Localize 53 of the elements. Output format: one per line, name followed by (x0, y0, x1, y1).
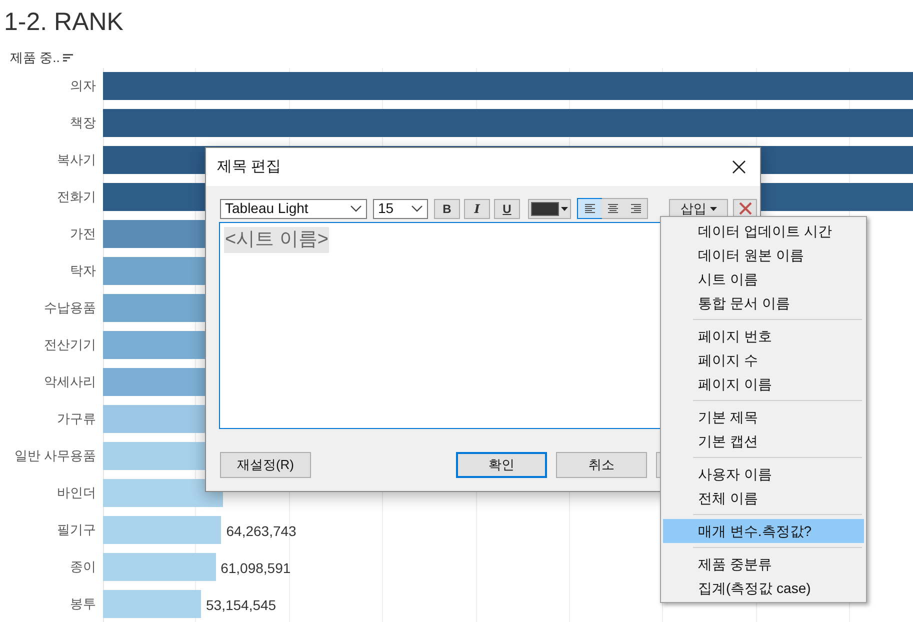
value-label: 61,098,591 (220, 559, 291, 578)
sheet-title: 1-2. RANK (4, 7, 124, 38)
value-label: 64,263,743 (226, 522, 296, 541)
align-icon (630, 204, 642, 214)
close-icon[interactable] (732, 160, 746, 174)
format-button[interactable]: U (494, 198, 520, 218)
font-select[interactable]: Tableau Light (220, 198, 367, 218)
reset-button[interactable]: 재설정(R) (220, 452, 311, 478)
delete-button[interactable] (733, 198, 757, 218)
menu-item[interactable]: 기본 캡션 (663, 429, 864, 453)
menu-item[interactable]: 전체 이름 (663, 486, 864, 510)
category-label: 탁자 (70, 262, 96, 280)
chevron-icon (411, 205, 423, 212)
category-label: 책장 (70, 114, 96, 132)
category-label: 복사기 (57, 151, 96, 170)
menu-item[interactable]: 제품 중분류 (663, 552, 864, 576)
color-swatch (531, 202, 559, 216)
dialog-title: 제목 편집 (217, 156, 282, 177)
align-button[interactable] (578, 199, 601, 218)
chevron-icon (350, 205, 362, 212)
cancel-button[interactable]: 취소 (556, 452, 647, 478)
align-icon (584, 204, 596, 214)
caret-icon (561, 206, 568, 210)
caret-icon (710, 206, 716, 210)
category-label: 봉투 (70, 595, 96, 614)
align-icon (606, 204, 618, 214)
category-label: 수납용품 (44, 299, 96, 318)
menu-item[interactable]: 매개 변수.측정값? (663, 519, 864, 543)
category-label: 악세사리 (44, 373, 96, 392)
category-label: 전화기 (57, 188, 96, 206)
close-icon (738, 202, 752, 215)
category-label: 전산기기 (44, 336, 96, 354)
menu-item[interactable]: 사용자 이름 (663, 462, 864, 486)
category-label: 종이 (70, 558, 96, 576)
category-label: 필기구 (57, 521, 96, 540)
align-button[interactable] (624, 199, 647, 218)
size-select[interactable]: 15 (373, 198, 428, 218)
category-label: 의자 (70, 77, 96, 96)
column-header: 제품 중.. (10, 49, 60, 67)
insert-button[interactable]: 삽입 (669, 198, 728, 218)
category-label: 가구류 (57, 410, 96, 428)
ok-button[interactable]: 확인 (456, 452, 547, 478)
format-button[interactable]: I (464, 198, 490, 218)
align-button[interactable] (601, 199, 624, 218)
menu-item[interactable]: 집계(측정값 case) (663, 576, 864, 600)
color-picker[interactable] (528, 198, 571, 218)
sheet-name-field-token: <시트 이름> (224, 227, 330, 253)
category-label: 바인더 (57, 484, 96, 502)
value-label: 53,154,545 (206, 596, 276, 615)
format-button[interactable]: B (434, 198, 460, 218)
category-label: 가전 (70, 225, 96, 244)
category-label: 일반 사무용품 (14, 447, 96, 466)
sort-icon[interactable] (62, 53, 73, 62)
